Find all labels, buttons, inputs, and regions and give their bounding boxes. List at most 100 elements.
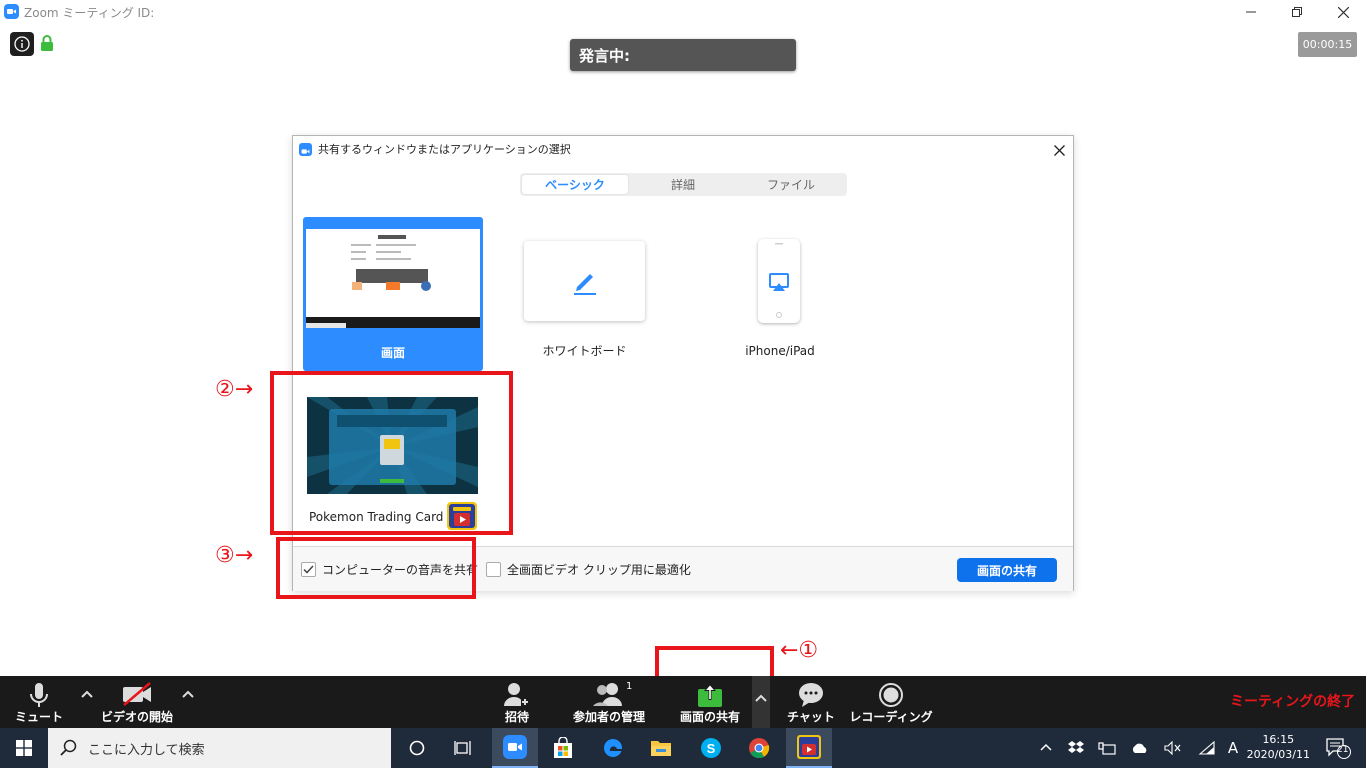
taskbar-search-box[interactable]: ここに入力して検索 (48, 728, 391, 768)
manage-participants-button[interactable]: 1 参加者の管理 (566, 676, 652, 728)
screen-thumbnail (306, 229, 480, 328)
start-button[interactable] (0, 728, 48, 768)
taskbar-store-app[interactable] (540, 728, 586, 768)
tray-expand-button[interactable] (1034, 728, 1058, 768)
share-screen-label: 画面の共有 (679, 710, 740, 724)
audio-options-chevron-up-icon[interactable] (80, 688, 94, 702)
share-options-chevron-up-icon (755, 694, 767, 702)
close-icon (1337, 6, 1349, 18)
mute-button[interactable]: ミュート (10, 676, 68, 728)
record-button[interactable]: レコーディング (849, 676, 933, 728)
airplay-icon (769, 273, 789, 291)
video-options-chevron-up-icon[interactable] (181, 688, 195, 702)
whiteboard-option-label: ホワイトボード (542, 344, 627, 358)
share-option-iphone[interactable] (758, 239, 800, 323)
mute-label: ミュート (14, 710, 63, 724)
manage-participants-label: 参加者の管理 (572, 710, 645, 724)
taskbar-explorer-app[interactable] (638, 728, 684, 768)
annotation-box-3 (276, 537, 476, 599)
pokemon-tcg-app-icon (797, 735, 821, 759)
microphone-icon (30, 683, 48, 707)
start-video-button[interactable]: ビデオの開始 (98, 676, 176, 728)
taskbar-skype-app[interactable]: S (688, 728, 734, 768)
skype-icon: S (701, 738, 721, 758)
annotation-label-2: ②→ (215, 377, 254, 402)
optimize-video-label: 全画面ビデオ クリップ用に最適化 (507, 563, 691, 577)
tray-network-adapter[interactable] (1094, 728, 1120, 768)
annotation-label-3: ③→ (215, 543, 254, 568)
windows-logo-icon (16, 740, 32, 756)
task-view-button[interactable] (442, 728, 484, 768)
taskbar-pokemon-app[interactable] (786, 728, 832, 768)
minimize-icon (1246, 11, 1256, 13)
file-explorer-icon (651, 741, 671, 756)
zoom-logo-icon (4, 4, 19, 19)
annotation-label-1: ←① (780, 638, 819, 663)
notification-count: 21 (1337, 745, 1349, 755)
search-placeholder: ここに入力して検索 (88, 742, 205, 758)
video-off-icon (123, 682, 151, 706)
meeting-timer: 00:00:15 (1298, 32, 1357, 57)
network-device-icon (1098, 742, 1116, 755)
close-window-button[interactable] (1320, 0, 1366, 24)
invite-user-icon (504, 683, 529, 706)
tray-volume[interactable] (1160, 728, 1186, 768)
participants-count-badge: 1 (626, 681, 633, 692)
active-speaker-banner: 発言中: (570, 39, 796, 71)
end-meeting-button[interactable]: ミーティングの終了 (1230, 691, 1355, 711)
minimize-button[interactable] (1228, 0, 1274, 24)
chevron-up-icon (1040, 743, 1052, 751)
tray-dropbox[interactable] (1064, 728, 1088, 768)
tray-wifi[interactable] (1194, 728, 1220, 768)
svg-text:S: S (707, 741, 716, 756)
dropbox-icon (1068, 741, 1084, 753)
pencil-icon (573, 274, 596, 295)
encryption-lock-icon[interactable] (40, 34, 54, 52)
chat-button[interactable]: チャット (786, 676, 836, 728)
window-title: Zoom ミーティング ID: (24, 6, 155, 20)
share-option-screen[interactable]: 画面 (303, 217, 483, 371)
chrome-browser-icon (749, 738, 770, 759)
chat-icon (799, 683, 823, 707)
record-label: レコーディング (849, 710, 933, 724)
restore-icon (1292, 7, 1302, 17)
share-screen-button[interactable]: 画面の共有 (672, 676, 748, 728)
taskbar-chrome-app[interactable] (736, 728, 782, 768)
cortana-circle-icon (409, 740, 425, 756)
task-view-icon (454, 741, 471, 755)
title-bar: Zoom ミーティング ID: (0, 0, 1366, 24)
meeting-info-icon[interactable] (10, 32, 34, 56)
share-option-whiteboard[interactable] (524, 241, 645, 321)
windows-taskbar: ここに入力して検索 S A 16:15 2020/03/11 21 (0, 728, 1366, 768)
clock-time: 16:15 (1262, 733, 1295, 746)
share-button[interactable]: 画面の共有 (957, 558, 1057, 582)
tab-basic[interactable]: ベーシック (522, 175, 628, 194)
volume-muted-icon (1164, 741, 1181, 755)
action-center-button[interactable]: 21 (1320, 728, 1356, 768)
search-icon (60, 739, 77, 756)
cortana-button[interactable] (396, 728, 438, 768)
edge-browser-icon (604, 738, 623, 757)
zoom-logo-icon (299, 143, 312, 156)
share-tabs: ベーシック 詳細 ファイル (520, 173, 847, 196)
microsoft-store-icon (554, 737, 572, 758)
optimize-video-checkbox[interactable] (486, 562, 501, 577)
restore-button[interactable] (1274, 0, 1320, 24)
taskbar-zoom-app[interactable] (492, 728, 538, 768)
tray-onedrive[interactable] (1126, 728, 1154, 768)
tab-advanced[interactable]: 詳細 (630, 175, 736, 194)
clock-date: 2020/03/11 (1246, 748, 1310, 761)
tray-clock[interactable]: 16:15 2020/03/11 (1247, 732, 1310, 762)
ime-indicator[interactable]: A (1222, 728, 1244, 768)
annotation-box-2 (270, 371, 513, 535)
share-options-toggle[interactable] (752, 676, 770, 728)
screen-option-label: 画面 (380, 346, 405, 360)
taskbar-edge-app[interactable] (590, 728, 636, 768)
zoom-app-icon (503, 735, 527, 759)
onedrive-cloud-icon (1132, 743, 1147, 753)
dialog-close-button[interactable] (1049, 140, 1069, 160)
invite-button[interactable]: 招待 (495, 676, 539, 728)
tab-files[interactable]: ファイル (738, 175, 844, 194)
chat-label: チャット (787, 710, 835, 724)
start-video-label: ビデオの開始 (100, 710, 173, 724)
